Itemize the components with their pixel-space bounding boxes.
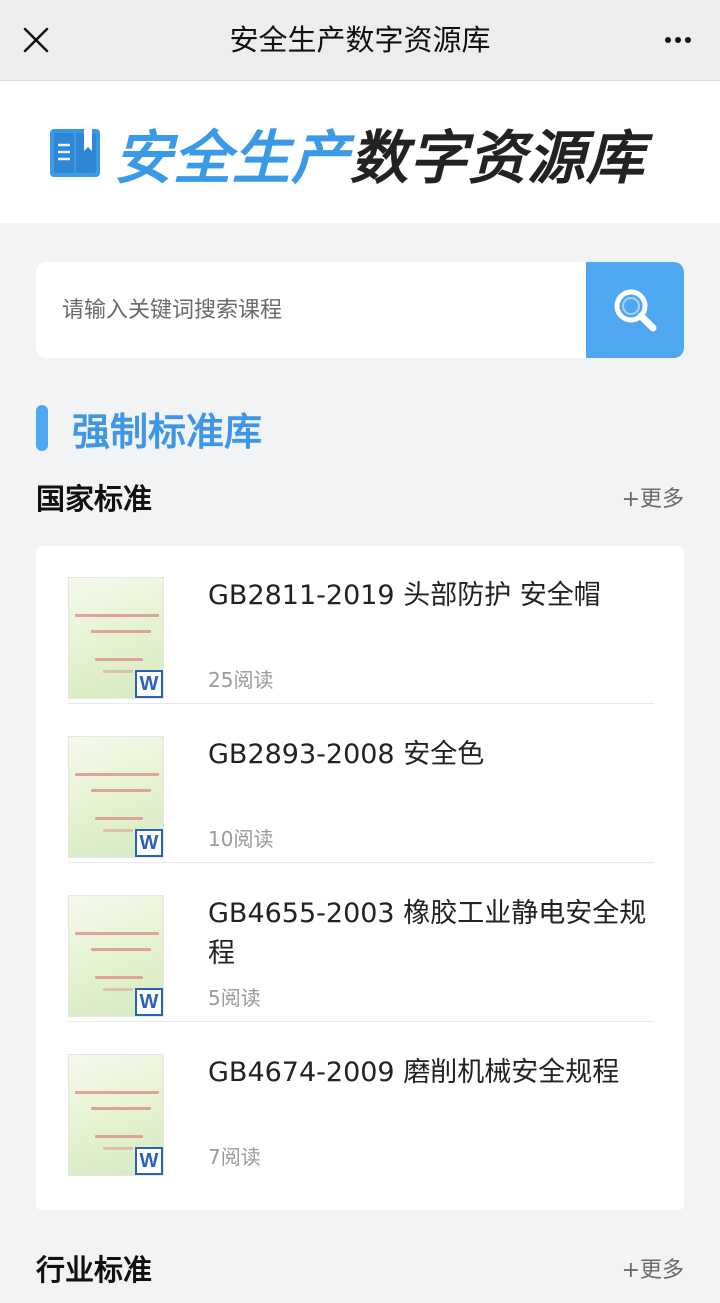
- item-title: GB2811-2019 头部防护 安全帽: [208, 580, 601, 611]
- document-thumbnail: W: [68, 577, 164, 699]
- divider: [68, 703, 654, 704]
- logo: 安全生产 数字资源库: [48, 121, 645, 192]
- document-thumbnail: W: [68, 1054, 164, 1176]
- category-title-industry: 行业标准: [36, 1253, 153, 1287]
- standards-list: W GB2811-2019 头部防护 安全帽 25阅读 W GB2893-200…: [36, 546, 684, 1210]
- search-icon: [614, 289, 657, 332]
- more-dots-icon: [663, 37, 693, 43]
- search-bar: [36, 262, 684, 358]
- word-doc-icon: W: [135, 670, 163, 698]
- item-title: GB4674-2009 磨削机械安全规程: [208, 1057, 620, 1088]
- item-title: GB4655-2003 橡胶工业静电安全规程: [208, 898, 647, 969]
- category-title-national: 国家标准: [36, 482, 153, 516]
- item-read-count: 25阅读: [208, 668, 274, 692]
- document-thumbnail: W: [68, 736, 164, 858]
- item-title: GB2893-2008 安全色: [208, 739, 485, 770]
- more-menu-button[interactable]: [658, 24, 698, 56]
- more-link-industry[interactable]: +更多: [622, 1252, 684, 1284]
- book-icon: [50, 129, 100, 177]
- top-nav-bar: 安全生产数字资源库: [0, 0, 720, 81]
- list-item[interactable]: W GB4655-2003 橡胶工业静电安全规程 5阅读: [68, 864, 654, 1022]
- more-link-national[interactable]: +更多: [622, 481, 684, 513]
- close-button[interactable]: [16, 20, 56, 60]
- item-read-count: 5阅读: [208, 986, 261, 1010]
- logo-text-primary: 安全生产: [114, 124, 351, 192]
- category-header-industry: 行业标准 +更多: [36, 1243, 684, 1293]
- page-title: 安全生产数字资源库: [229, 23, 491, 57]
- word-doc-icon: W: [135, 988, 163, 1016]
- logo-text-secondary: 数字资源库: [350, 124, 646, 192]
- divider: [68, 1021, 654, 1022]
- divider: [68, 862, 654, 863]
- item-read-count: 10阅读: [208, 827, 274, 851]
- category-header-national: 国家标准 +更多: [36, 472, 684, 522]
- search-button[interactable]: [586, 262, 684, 358]
- section-heading: 强制标准库: [36, 400, 262, 456]
- banner: 安全生产 数字资源库: [0, 81, 720, 223]
- list-item[interactable]: W GB2893-2008 安全色 10阅读: [68, 705, 654, 863]
- section-title: 强制标准库: [72, 409, 263, 454]
- section-accent-bar: [36, 405, 48, 451]
- close-icon: [23, 27, 49, 53]
- word-doc-icon: W: [135, 829, 163, 857]
- document-thumbnail: W: [68, 895, 164, 1017]
- word-doc-icon: W: [135, 1147, 163, 1175]
- list-item[interactable]: W GB4674-2009 磨削机械安全规程 7阅读: [68, 1023, 654, 1181]
- search-input[interactable]: [36, 262, 586, 358]
- list-item[interactable]: W GB2811-2019 头部防护 安全帽 25阅读: [68, 546, 654, 704]
- item-read-count: 7阅读: [208, 1145, 261, 1169]
